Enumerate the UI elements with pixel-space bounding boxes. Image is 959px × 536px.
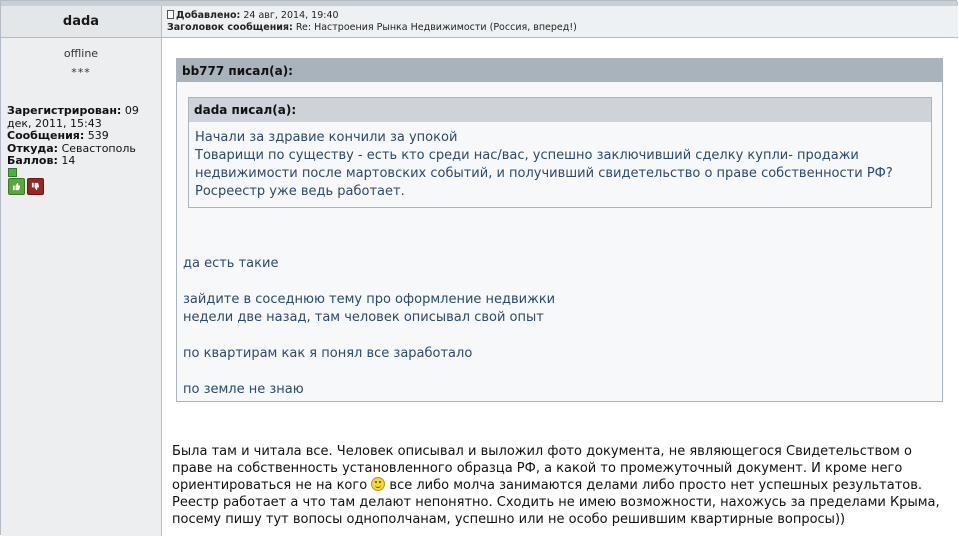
quote-inner-line: Товарищи по существу - есть кто среди на… [195,148,859,163]
post-date-line: Добавлено: 24 авг, 2014, 19:40 [167,10,339,21]
quote-inner-line: Начали за здравие кончили за упокой [195,130,458,145]
quote-block-outer: bb777 писал(а): dada писал(а): Начали за… [176,58,943,402]
smiley-icon [371,477,386,491]
thumbs-down-icon[interactable] [27,178,44,195]
online-status: offline [63,47,99,60]
subject-value: Re: Настроения Рынка Недвижимости (Росси… [295,22,577,33]
user-rank: *** [71,66,91,79]
quote-inner-header: dada писал(а): [189,98,931,122]
quote-outer-paragraph: по земле не знаю [183,382,304,397]
added-value: 24 авг, 2014, 19:40 [243,10,339,21]
forum-post: dada offline *** Зарегистрирован: 09 дек… [0,0,958,536]
post-page-icon[interactable] [167,10,174,19]
post-subject-line: Заголовок сообщения: Re: Настроения Рынк… [167,22,577,33]
points-row: Баллов: 14 [7,154,157,168]
author-name[interactable]: dada [1,6,161,38]
author-info: Зарегистрирован: 09 дек, 2011, 15:43 Соо… [7,104,157,168]
quote-outer-paragraph: да есть такие [183,256,279,271]
registered-row: Зарегистрирован: 09 дек, 2011, 15:43 [7,104,157,130]
registered-label: Зарегистрирован: [7,104,122,117]
quote-outer-text: да есть такие зайдите в соседнюю тему пр… [183,255,923,417]
post-meta: Добавлено: 24 авг, 2014, 19:40 Заголовок… [162,6,958,38]
quote-inner-line: Росреестр уже ведь работает. [195,184,405,199]
added-label: Добавлено: [176,10,241,21]
from-label: Откуда: [7,141,59,155]
from-value: Севастополь [61,141,136,155]
reputation-indicator [8,168,17,177]
quote-outer-paragraph: зайдите в соседнюю тему про оформление н… [183,292,556,325]
post-message-text: Была там и читала все. Человек описывал … [172,443,952,528]
subject-label: Заголовок сообщения: [167,22,293,33]
points-label: Баллов: [7,154,58,167]
quote-outer-paragraph: по квартирам как я понял все заработало [183,346,473,361]
quote-inner-line: недвижимости после мартовских событий, и… [195,166,893,181]
points-value: 14 [61,154,76,167]
thumbs-up-icon[interactable] [8,178,25,195]
quote-outer-header: bb777 писал(а): [177,59,942,82]
posts-value: 539 [87,129,109,142]
posts-label: Сообщения: [7,129,85,142]
post-body: bb777 писал(а): dada писал(а): Начали за… [162,38,958,536]
quote-inner-text: Начали за здравие кончили за упокой Това… [195,129,925,201]
author-column: dada offline *** Зарегистрирован: 09 дек… [1,6,162,536]
quote-block-inner: dada писал(а): Начали за здравие кончили… [188,97,932,208]
